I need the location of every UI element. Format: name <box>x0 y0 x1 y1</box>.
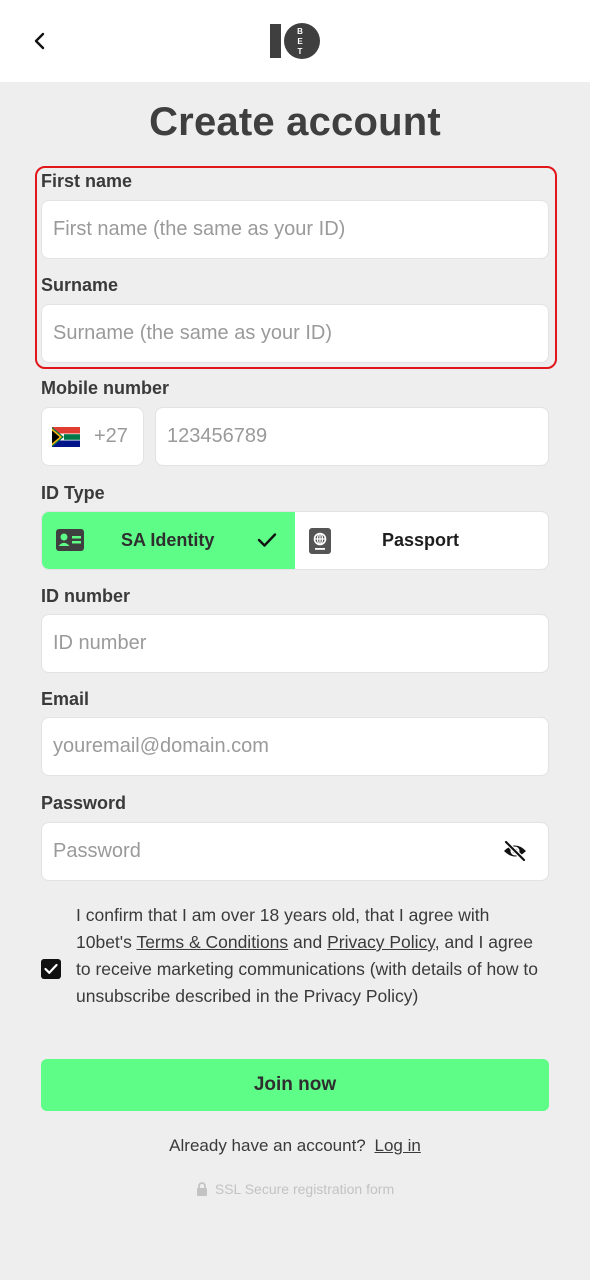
mobile-field <box>155 407 549 466</box>
page-title: Create account <box>149 100 441 144</box>
sa-identity-label: SA Identity <box>121 530 215 550</box>
passport-icon <box>309 528 331 554</box>
consent-text: I confirm that I am over 18 years old, t… <box>76 902 546 1010</box>
password-label: Password <box>41 793 127 813</box>
id-number-field <box>41 614 549 673</box>
join-now-button[interactable]: Join now <box>41 1059 549 1111</box>
eye-off-icon[interactable] <box>502 840 528 862</box>
email-input[interactable] <box>42 718 548 775</box>
svg-text:T: T <box>298 47 303 56</box>
country-code-selector[interactable]: +27 <box>41 407 144 466</box>
id-type-toggle: SA Identity Passport <box>41 511 549 570</box>
checkmark-icon <box>257 533 277 547</box>
id-card-icon <box>56 529 84 551</box>
password-input[interactable] <box>42 823 548 880</box>
id-number-input[interactable] <box>42 615 548 672</box>
top-bar: B E T <box>0 0 590 82</box>
id-type-passport[interactable]: Passport <box>295 512 548 569</box>
ssl-text: SSL Secure registration form <box>214 1181 395 1197</box>
surname-field <box>41 304 549 363</box>
id-type-sa-identity[interactable]: SA Identity <box>42 512 295 569</box>
first-name-input[interactable] <box>42 201 548 258</box>
passport-label: Passport <box>382 530 460 550</box>
first-name-label: First name <box>41 171 133 191</box>
country-code: +27 <box>94 425 128 447</box>
mobile-label: Mobile number <box>41 378 170 398</box>
south-africa-flag-icon <box>52 426 80 447</box>
surname-input[interactable] <box>42 305 548 362</box>
mobile-input[interactable] <box>156 408 548 465</box>
svg-text:E: E <box>297 37 303 46</box>
chevron-left-icon <box>34 32 45 50</box>
back-button[interactable] <box>26 26 54 56</box>
email-label: Email <box>41 689 90 709</box>
consent-checkbox[interactable] <box>41 959 61 979</box>
svg-text:B: B <box>297 27 303 36</box>
id-type-label: ID Type <box>41 483 105 503</box>
surname-label: Surname <box>41 275 119 295</box>
email-field <box>41 717 549 776</box>
login-link[interactable]: Log in <box>375 1136 421 1155</box>
id-number-label: ID number <box>41 586 131 606</box>
first-name-field <box>41 200 549 259</box>
have-account-row: Already have an account? Log in <box>0 1136 590 1156</box>
ssl-note: SSL Secure registration form <box>0 1181 590 1197</box>
password-field <box>41 822 549 881</box>
consent-text-part-2: and <box>288 932 328 952</box>
checkbox-check-icon <box>44 963 58 974</box>
privacy-policy-link[interactable]: Privacy Policy <box>327 932 435 952</box>
logo: B E T <box>270 23 320 59</box>
have-account-text: Already have an account? <box>169 1136 366 1155</box>
lock-icon <box>196 1182 207 1196</box>
terms-link[interactable]: Terms & Conditions <box>136 932 288 952</box>
